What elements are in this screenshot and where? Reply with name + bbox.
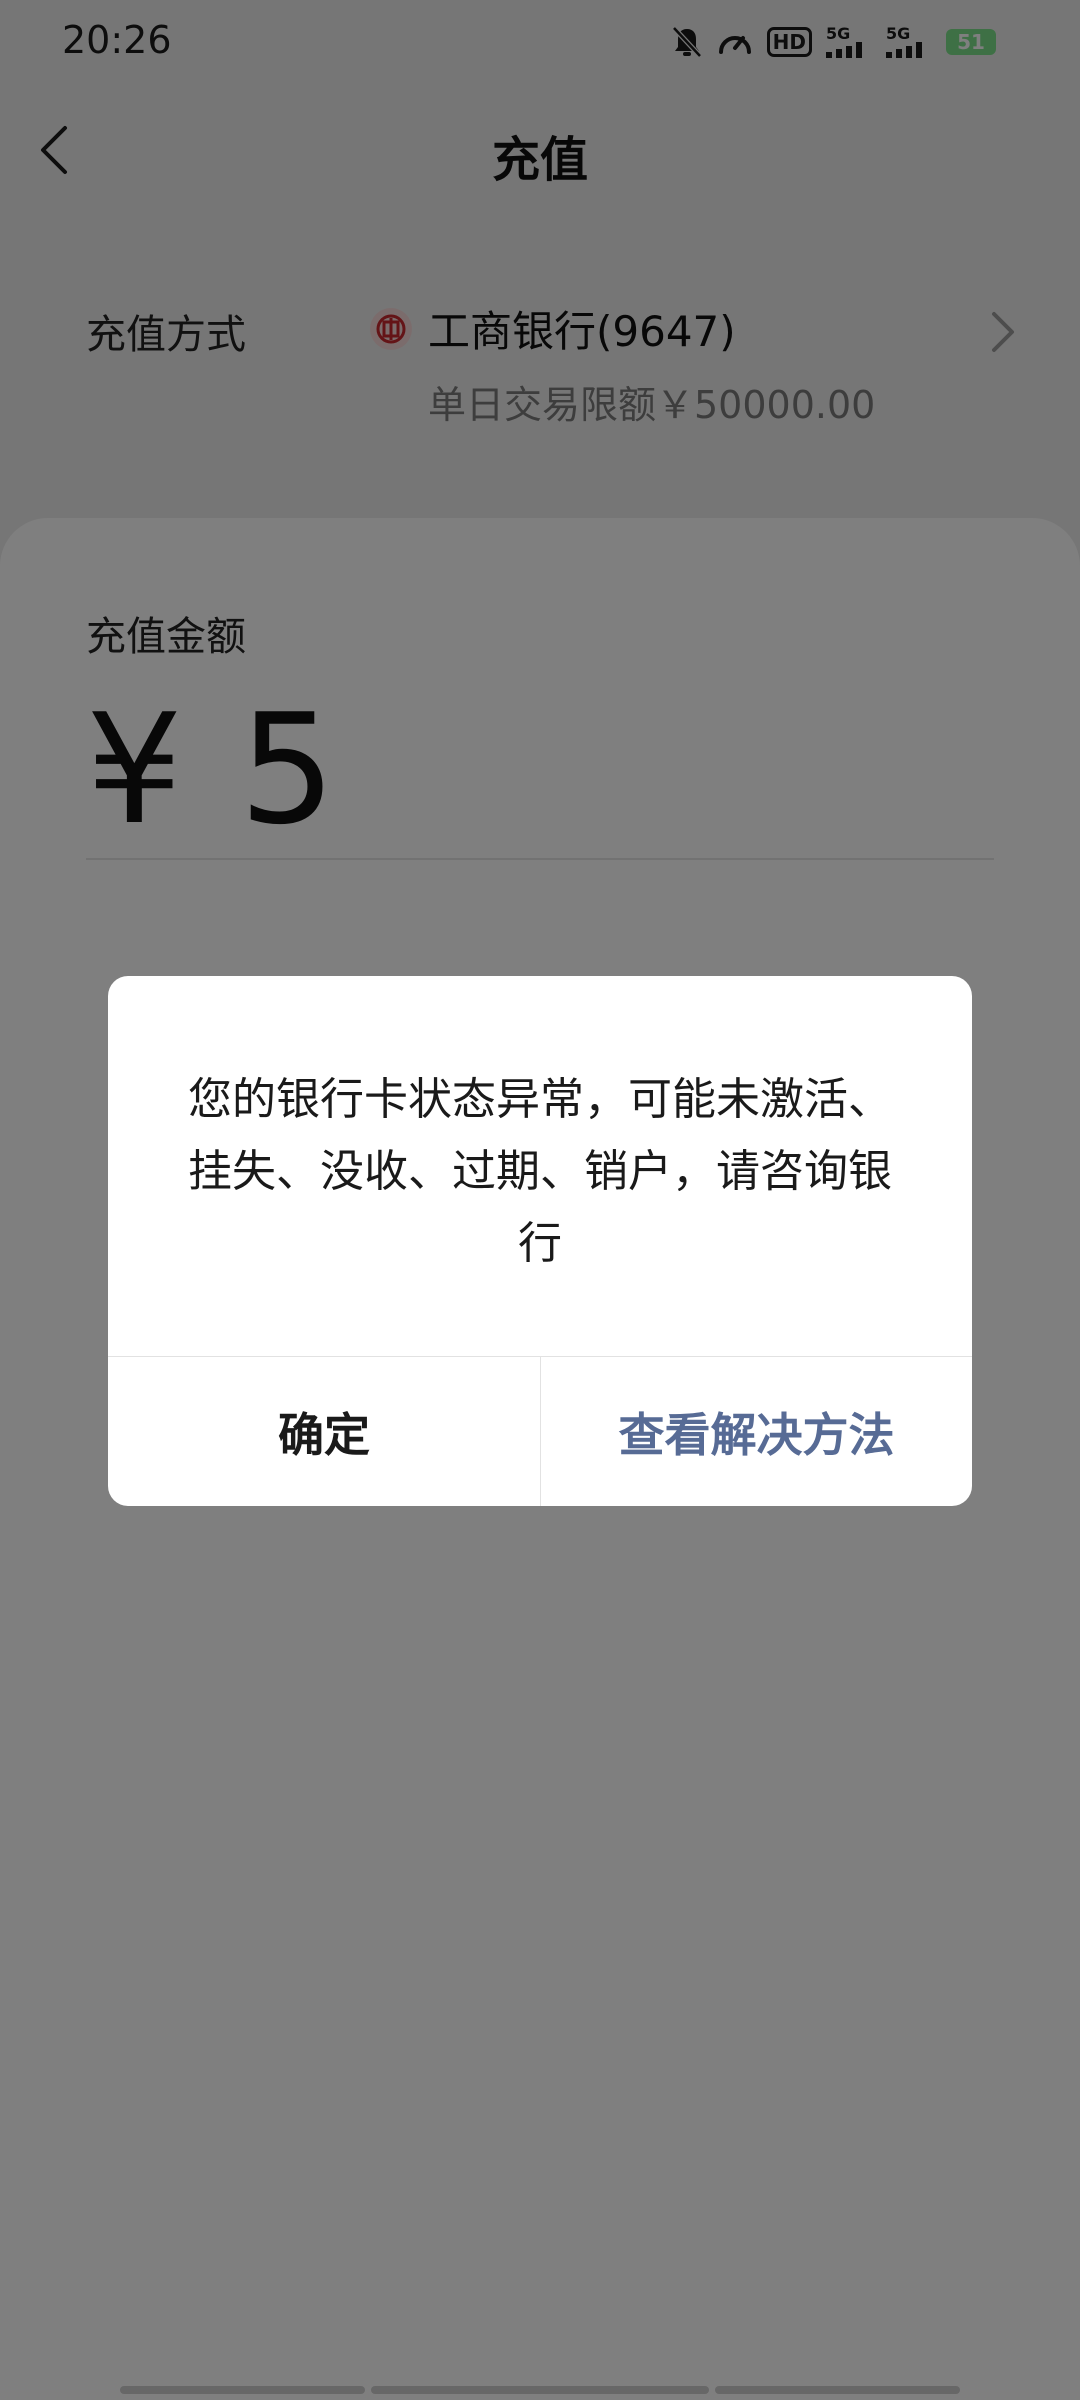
view-solution-button[interactable]: 查看解决方法 [541,1357,972,1506]
confirm-button[interactable]: 确定 [108,1357,540,1506]
error-dialog: 您的银行卡状态异常，可能未激活、挂失、没收、过期、销户，请咨询银行 确定 查看解… [108,976,972,1506]
dialog-message: 您的银行卡状态异常，可能未激活、挂失、没收、过期、销户，请咨询银行 [188,1074,892,1269]
